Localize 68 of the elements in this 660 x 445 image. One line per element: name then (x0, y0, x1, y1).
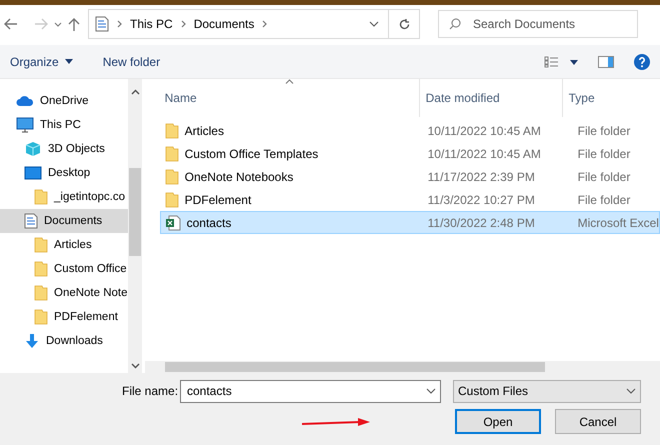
file-name-field[interactable]: contacts (185, 383, 426, 399)
document-icon (24, 213, 38, 229)
scrollbar[interactable] (144, 361, 660, 373)
breadcrumb[interactable]: This PC (130, 17, 173, 31)
organize-button[interactable]: Organize (10, 52, 73, 70)
sidebar-item[interactable]: PDFelement (0, 305, 128, 329)
sidebar-item[interactable]: Desktop (0, 161, 128, 185)
file-row[interactable]: contacts 11/30/2022 2:48 PM Microsoft Excel (160, 211, 660, 234)
monitor-icon (16, 117, 34, 133)
search-box[interactable]: Search Documents (438, 10, 638, 38)
cloud-icon (16, 95, 34, 107)
cancel-button[interactable]: Cancel (555, 409, 641, 434)
sidebar-item[interactable]: OneDrive (0, 89, 128, 113)
preview-pane-icon[interactable] (598, 56, 614, 68)
file-row[interactable]: Articles 10/11/2022 10:45 AM File folder (160, 119, 660, 142)
folder-icon (34, 309, 48, 325)
scrollbar[interactable] (128, 79, 145, 373)
sidebar-item[interactable]: Documents (0, 209, 128, 233)
refresh-icon[interactable] (398, 18, 410, 30)
file-type-dropdown[interactable]: Custom Files (453, 380, 641, 402)
folder-icon (34, 237, 48, 253)
file-row[interactable]: Custom Office Templates 10/11/2022 10:45 AM File folder (160, 142, 660, 165)
back-icon[interactable] (4, 18, 18, 30)
pointer-arrow (302, 417, 372, 427)
folder-icon (164, 168, 179, 184)
document-icon (95, 16, 109, 32)
sidebar-item[interactable]: This PC (0, 113, 128, 137)
sort-caret-icon (284, 79, 294, 84)
help-icon[interactable] (634, 54, 650, 70)
file-name-box[interactable]: contacts (180, 380, 441, 402)
sidebar-item[interactable]: Articles (0, 233, 128, 257)
open-button[interactable]: Open (455, 409, 541, 434)
sidebar-item[interactable]: Downloads (0, 329, 128, 353)
sidebar-item[interactable]: 3D Objects (0, 137, 128, 161)
chevron-right-icon[interactable] (262, 20, 268, 28)
sidebar-item[interactable]: _igetintopc.co (0, 185, 128, 209)
chevron-down-icon[interactable] (426, 388, 436, 394)
column-header[interactable]: Name (144, 79, 419, 117)
sidebar-item[interactable]: OneNote Note (0, 281, 128, 305)
new-folder-button[interactable]: New folder (102, 52, 160, 70)
folder-icon (164, 122, 179, 138)
search-icon (449, 18, 461, 30)
spreadsheet-icon (164, 214, 181, 230)
file-row[interactable]: PDFelement 11/3/2022 10:27 PM File folder (160, 188, 660, 211)
chevron-down-icon[interactable] (626, 388, 636, 394)
address-bar[interactable]: This PC Documents (88, 9, 420, 39)
file-name-label: File name: (122, 384, 180, 398)
desktop-icon (24, 166, 42, 180)
chevron-down-icon[interactable] (54, 22, 62, 26)
caret-icon (64, 59, 73, 64)
cube-icon (24, 141, 42, 157)
file-row[interactable]: OneNote Notebooks 11/17/2022 2:39 PM File folder (160, 165, 660, 188)
up-icon[interactable] (68, 17, 80, 31)
view-options-icon[interactable] (544, 56, 578, 68)
folder-icon (164, 192, 179, 208)
breadcrumb[interactable]: Documents (194, 17, 254, 31)
column-header[interactable]: Date modified (418, 79, 562, 117)
chevron-right-icon[interactable] (117, 20, 122, 28)
scroll-thumb[interactable] (129, 168, 141, 256)
column-header[interactable]: Type (562, 79, 660, 117)
sidebar-item[interactable]: Custom Office (0, 257, 128, 281)
download-icon (24, 333, 40, 349)
folder-icon (34, 285, 48, 301)
folder-icon (164, 146, 179, 162)
chevron-down-icon[interactable] (369, 21, 379, 27)
folder-icon (34, 189, 48, 205)
folder-icon (34, 261, 48, 277)
chevron-right-icon[interactable] (180, 20, 186, 28)
